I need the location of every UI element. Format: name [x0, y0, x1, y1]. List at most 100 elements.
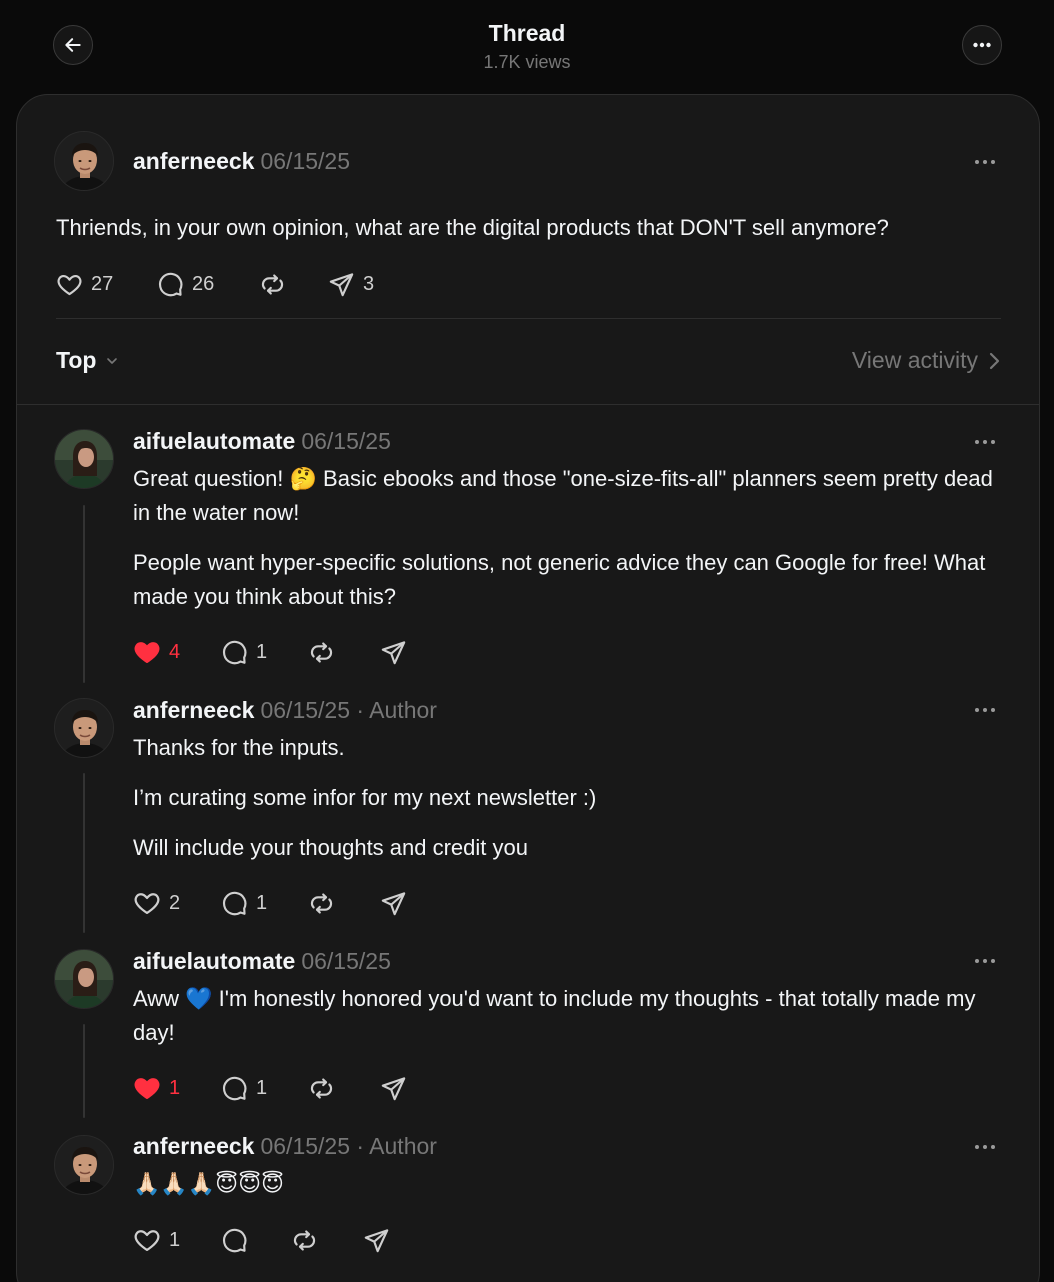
reply-date: 06/15/25: [301, 428, 391, 454]
like-button[interactable]: 1: [133, 1073, 180, 1103]
divider: [17, 404, 1039, 405]
avatar[interactable]: [54, 949, 114, 1009]
comment-icon: [221, 639, 248, 666]
reply-count: 26: [192, 272, 215, 295]
reply-paragraph: Thanks for the inputs.: [133, 735, 345, 760]
reply-button[interactable]: [221, 1225, 248, 1255]
share-button[interactable]: [380, 888, 407, 918]
comment-icon: [157, 271, 184, 298]
top-bar: Thread 1.7K views: [0, 0, 1054, 94]
reply-paragraph: Aww 💙 I'm honestly honored you'd want to…: [133, 986, 976, 1045]
send-icon: [380, 1075, 407, 1102]
thread-line: [83, 773, 85, 933]
username[interactable]: aifuelautomate: [133, 948, 295, 974]
divider: [56, 318, 1001, 319]
share-button[interactable]: [380, 1073, 407, 1103]
view-activity-link[interactable]: View activity: [852, 347, 1000, 374]
reply-paragraph: Will include your thoughts and credit yo…: [133, 835, 528, 860]
reply-more-button[interactable]: [970, 1137, 1000, 1157]
chevron-right-icon: [989, 352, 1000, 369]
reply-count: 1: [256, 891, 268, 914]
share-button[interactable]: 3: [328, 269, 374, 299]
more-horizontal-icon: [973, 42, 991, 48]
reply-text: Thanks for the inputs. I’m curating some…: [133, 731, 1003, 881]
username[interactable]: anferneeck: [133, 148, 254, 174]
avatar[interactable]: [54, 131, 114, 191]
repost-button[interactable]: [308, 637, 335, 667]
avatar[interactable]: [54, 429, 114, 489]
like-button[interactable]: 27: [56, 269, 113, 299]
like-count: 4: [169, 640, 181, 663]
heart-filled-icon: [133, 638, 161, 666]
view-activity-label: View activity: [851, 347, 978, 373]
like-count: 1: [169, 1076, 181, 1099]
like-button[interactable]: 4: [133, 637, 180, 667]
share-button[interactable]: [363, 1225, 390, 1255]
author-badge: · Author: [356, 1133, 437, 1159]
reply-actions: 1 1: [133, 1073, 433, 1103]
repost-icon: [308, 639, 335, 666]
repost-button[interactable]: [259, 269, 286, 299]
repost-button[interactable]: [308, 1073, 335, 1103]
username[interactable]: anferneeck: [133, 1133, 254, 1159]
sort-dropdown[interactable]: Top: [56, 347, 120, 374]
thread-line: [83, 1024, 85, 1118]
heart-icon: [133, 889, 161, 917]
repost-icon: [308, 890, 335, 917]
reply-button[interactable]: 1: [221, 1073, 267, 1103]
post-date: 06/15/25: [260, 148, 350, 174]
post-more-button[interactable]: [970, 152, 1000, 172]
repost-button[interactable]: [291, 1225, 318, 1255]
view-count: 1.7K views: [483, 52, 571, 72]
avatar[interactable]: [54, 1135, 114, 1195]
send-icon: [380, 890, 407, 917]
like-count: 1: [169, 1228, 181, 1251]
repost-button[interactable]: [308, 888, 335, 918]
reply-paragraph: I’m curating some infor for my next news…: [133, 785, 597, 810]
author-badge: · Author: [356, 697, 437, 723]
share-count: 3: [363, 272, 375, 295]
post-text: Thriends, in your own opinion, what are …: [56, 215, 889, 240]
username[interactable]: aifuelautomate: [133, 428, 295, 454]
thread-line: [83, 505, 85, 683]
heart-icon: [56, 271, 83, 298]
reply-button[interactable]: 26: [157, 269, 214, 299]
reply-actions: 4 1: [133, 637, 433, 667]
reply-button[interactable]: 1: [221, 888, 267, 918]
reply-paragraph: Great question! 🤔 Basic ebooks and those…: [133, 466, 993, 525]
reply-more-button[interactable]: [970, 951, 1000, 971]
like-button[interactable]: 1: [133, 1225, 180, 1255]
page-title: Thread: [488, 20, 566, 46]
reply-text: Aww 💙 I'm honestly honored you'd want to…: [133, 982, 1003, 1066]
username[interactable]: anferneeck: [133, 697, 254, 723]
avatar[interactable]: [54, 698, 114, 758]
heart-filled-icon: [133, 1074, 161, 1102]
repost-icon: [308, 1075, 335, 1102]
repost-icon: [259, 271, 286, 298]
heart-icon: [133, 1226, 161, 1254]
reply-paragraph: People want hyper-specific solutions, no…: [133, 550, 986, 609]
reply-text: Great question! 🤔 Basic ebooks and those…: [133, 462, 1003, 630]
send-icon: [363, 1227, 390, 1254]
reply-actions: 2 1: [133, 888, 433, 918]
post-actions: 27 26 3: [56, 269, 456, 299]
post-header: anferneeck 06/15/25: [133, 148, 350, 175]
sort-label: Top: [56, 347, 97, 373]
reply-more-button[interactable]: [970, 700, 1000, 720]
comment-icon: [221, 1075, 248, 1102]
chevron-down-icon: [107, 357, 118, 364]
like-count: 27: [91, 272, 114, 295]
share-button[interactable]: [380, 637, 407, 667]
more-options-button[interactable]: [962, 25, 1002, 65]
reply-more-button[interactable]: [970, 432, 1000, 452]
reply-date: 06/15/25: [301, 948, 391, 974]
send-icon: [380, 639, 407, 666]
like-button[interactable]: 2: [133, 888, 180, 918]
reply-header: anferneeck 06/15/25 · Author: [133, 1133, 437, 1160]
reply-paragraph: 🙏🏻🙏🏻🙏🏻😇😇😇: [133, 1171, 284, 1196]
reply-date: 06/15/25: [260, 1133, 350, 1159]
reply-text: 🙏🏻🙏🏻🙏🏻😇😇😇: [133, 1167, 1003, 1217]
send-icon: [328, 271, 355, 298]
comment-icon: [221, 890, 248, 917]
reply-button[interactable]: 1: [221, 637, 267, 667]
